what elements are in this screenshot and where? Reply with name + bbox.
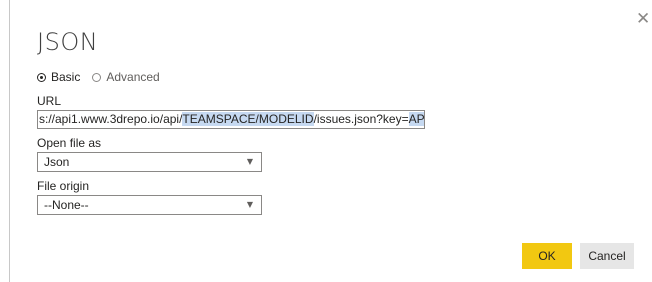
ok-button[interactable]: OK: [522, 243, 572, 269]
url-segment-highlighted: APIKEY: [408, 112, 424, 126]
json-dialog: ✕ JSON Basic Advanced URL s://api1.www.3…: [9, 0, 652, 282]
file-origin-value: --None--: [44, 198, 89, 212]
open-file-as-label: Open file as: [37, 136, 102, 150]
radio-advanced-label: Advanced: [106, 70, 160, 84]
radio-advanced[interactable]: Advanced: [92, 70, 160, 84]
url-segment: /issues.json?key=: [313, 112, 409, 126]
file-origin-label: File origin: [37, 179, 90, 193]
url-label: URL: [37, 94, 62, 108]
chevron-down-icon: ▼: [246, 157, 253, 166]
open-file-as-select[interactable]: Json ▼: [37, 152, 262, 172]
radio-checked-icon: [37, 72, 46, 82]
close-icon[interactable]: ✕: [636, 11, 652, 28]
dialog-title: JSON: [37, 28, 99, 56]
radio-basic[interactable]: Basic: [37, 70, 80, 84]
url-input[interactable]: s://api1.www.3drepo.io/api/TEAMSPACE/MOD…: [37, 110, 425, 129]
radio-unchecked-icon: [92, 72, 102, 82]
cancel-button[interactable]: Cancel: [580, 243, 634, 269]
url-segment-highlighted: TEAMSPACE/MODELID: [182, 112, 314, 126]
chevron-down-icon: ▼: [246, 200, 253, 209]
file-origin-select[interactable]: --None-- ▼: [37, 195, 262, 215]
url-segment: s://api1.www.3drepo.io/api/: [39, 112, 183, 126]
radio-basic-label: Basic: [51, 70, 81, 84]
open-file-as-value: Json: [44, 155, 70, 169]
mode-radio-group: Basic Advanced: [37, 70, 172, 84]
